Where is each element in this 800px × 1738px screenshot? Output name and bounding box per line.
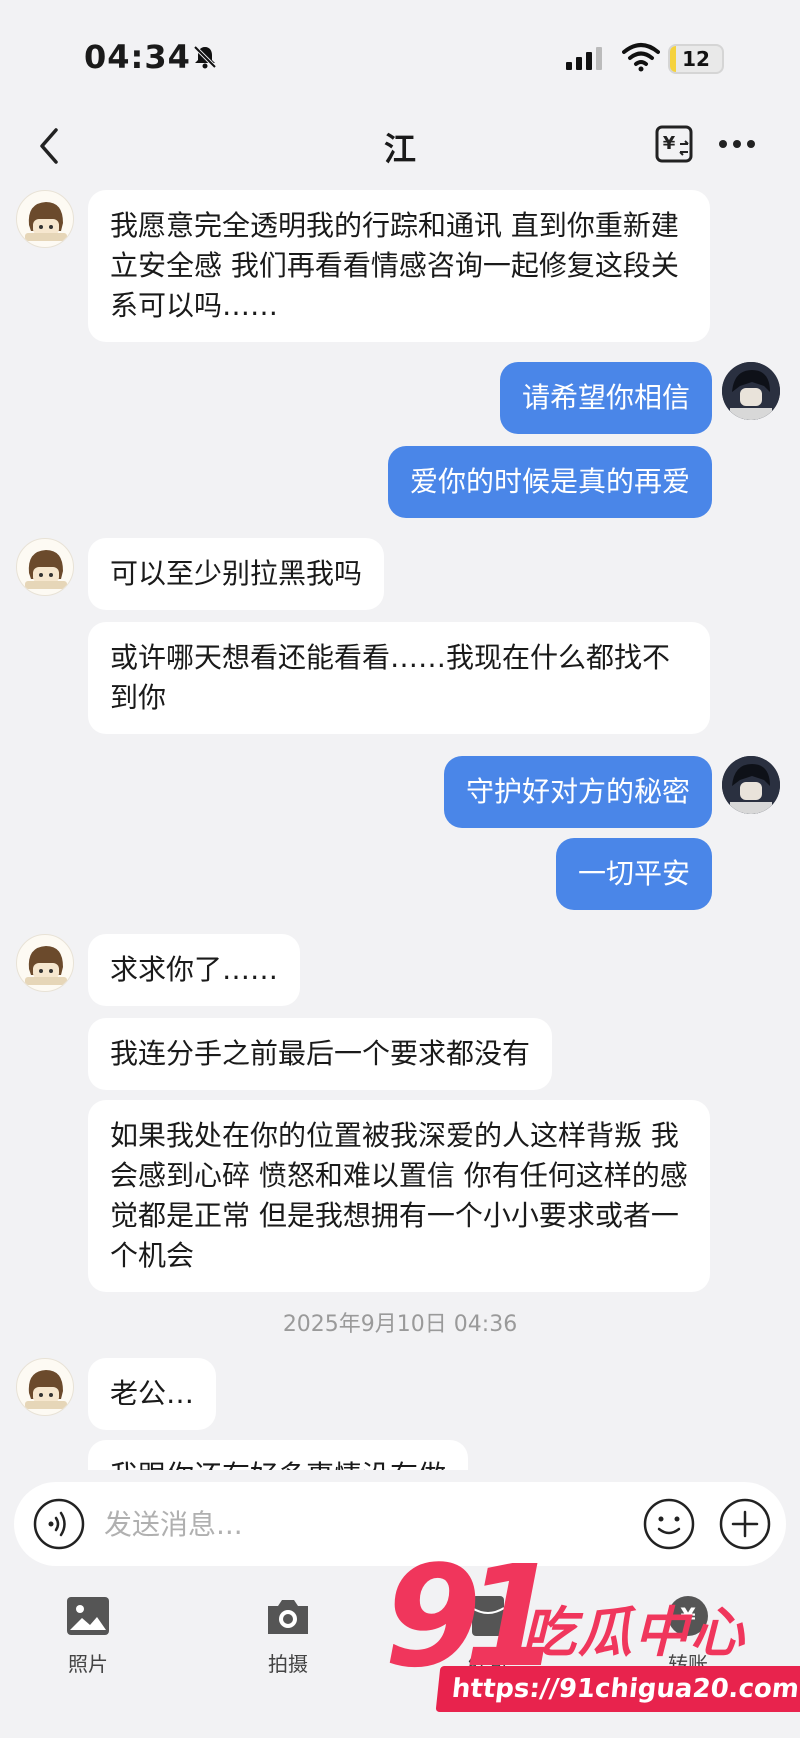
- plus-icon[interactable]: [718, 1497, 772, 1551]
- message-bubble-incoming[interactable]: 可以至少别拉黑我吗: [88, 538, 385, 610]
- contact-avatar[interactable]: [16, 1358, 74, 1416]
- cartoon-avatar-icon: [25, 946, 67, 985]
- chat-header: 江 ¥: [0, 110, 800, 184]
- voice-input-icon[interactable]: [32, 1497, 86, 1551]
- cellular-signal-icon: [566, 47, 602, 70]
- anime-avatar-icon: [722, 362, 780, 420]
- message-list[interactable]: 我愿意完全透明我的行踪和通讯 直到你重新建立安全感 我们再看看情感咨询一起修复这…: [0, 184, 800, 1470]
- contact-avatar[interactable]: [16, 538, 74, 596]
- message-bubble-incoming[interactable]: 我愿意完全透明我的行踪和通讯 直到你重新建立安全感 我们再看看情感咨询一起修复这…: [88, 190, 710, 342]
- battery-indicator: 12: [668, 44, 724, 74]
- camera-button[interactable]: 拍摄: [228, 1584, 348, 1684]
- message-bubble-incoming[interactable]: 或许哪天想看还能看看……我现在什么都找不到你: [88, 622, 710, 734]
- watermark-url: https://91chigua20.com: [435, 1666, 800, 1712]
- contact-avatar[interactable]: [16, 190, 74, 248]
- wifi-icon: [622, 43, 660, 72]
- transfer-money-icon[interactable]: ¥: [654, 124, 694, 164]
- battery-level: 12: [682, 47, 710, 71]
- camera-icon: [268, 1600, 308, 1634]
- photo-button[interactable]: 照片: [28, 1584, 148, 1684]
- more-options-icon[interactable]: [716, 132, 758, 156]
- contact-avatar[interactable]: [16, 934, 74, 992]
- message-bubble-incoming[interactable]: 老公…: [88, 1358, 217, 1430]
- image-icon: [67, 1597, 109, 1635]
- anime-avatar-icon: [722, 756, 780, 814]
- message-bubble-incoming[interactable]: 如果我处在你的位置被我深爱的人这样背叛 我会感到心碎 愤怒和难以置信 你有任何这…: [88, 1100, 710, 1292]
- message-timestamp: 2025年9月10日 04:36: [282, 1312, 518, 1337]
- message-bubble-outgoing[interactable]: 爱你的时候是真的再爱: [387, 446, 712, 518]
- my-avatar[interactable]: [722, 362, 780, 420]
- message-bubble-outgoing[interactable]: 守护好对方的秘密: [443, 756, 712, 828]
- message-bubble-outgoing[interactable]: 请希望你相信: [499, 362, 712, 434]
- svg-text:¥: ¥: [663, 133, 676, 154]
- emoji-icon[interactable]: [642, 1497, 696, 1551]
- cartoon-avatar-icon: [25, 550, 67, 589]
- site-watermark: 91 吃瓜中心 https://91chigua20.com: [384, 1548, 800, 1738]
- watermark-name: 吃瓜中心: [522, 1601, 746, 1664]
- bell-muted-icon: [193, 45, 217, 69]
- camera-label: 拍摄: [268, 1652, 308, 1676]
- status-time: 04:34: [84, 38, 191, 76]
- cartoon-avatar-icon: [25, 1370, 67, 1409]
- cartoon-avatar-icon: [25, 202, 67, 241]
- message-bubble-incoming[interactable]: 求求你了……: [88, 934, 301, 1006]
- message-input[interactable]: [104, 1494, 624, 1554]
- status-bar: 04:34 12: [0, 0, 800, 110]
- my-avatar[interactable]: [722, 756, 780, 814]
- message-bubble-outgoing[interactable]: 一切平安: [555, 838, 712, 910]
- message-bubble-incoming[interactable]: 我跟你还有好多事情没有做: [88, 1440, 469, 1470]
- message-bubble-incoming[interactable]: 我连分手之前最后一个要求都没有: [88, 1018, 553, 1090]
- photo-label: 照片: [68, 1652, 108, 1676]
